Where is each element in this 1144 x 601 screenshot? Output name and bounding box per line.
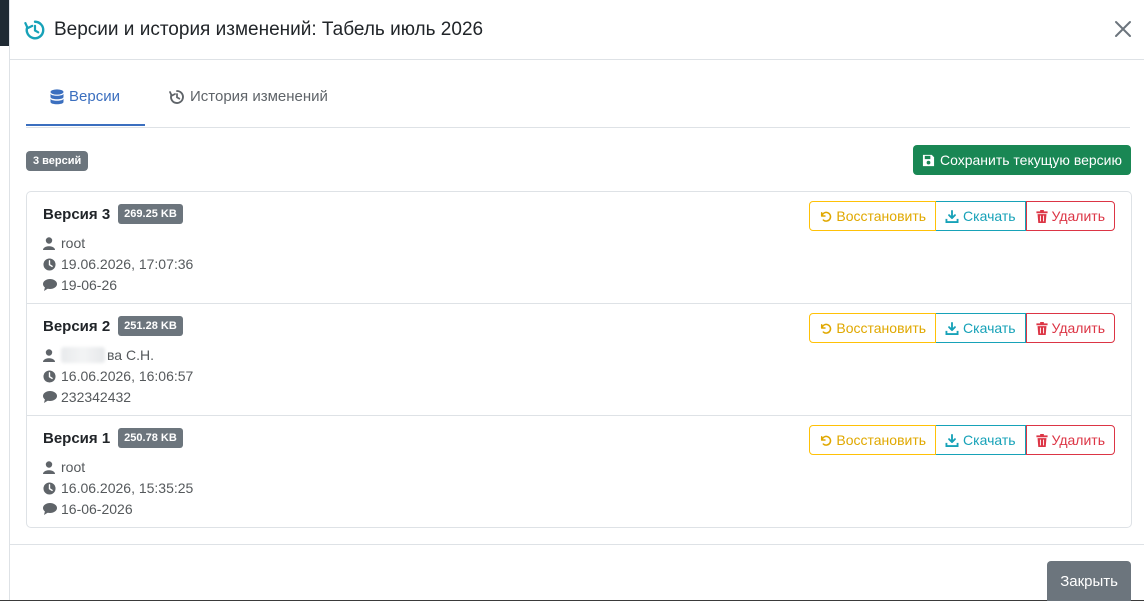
version-comment: 19-06-26 <box>43 277 117 293</box>
restore-button[interactable]: Восстановить <box>809 201 937 231</box>
download-icon <box>945 209 959 223</box>
history-icon <box>169 89 185 105</box>
delete-button[interactable]: Удалить <box>1025 313 1115 343</box>
restore-label: Восстановить <box>836 432 927 448</box>
version-name: Версия 2 <box>43 317 111 335</box>
versions-count-badge: 3 версий <box>26 151 89 171</box>
trash-icon <box>1035 321 1048 335</box>
versions-modal: Версии и история изменений: Табель июль … <box>9 0 1144 601</box>
user-icon <box>43 348 59 362</box>
download-icon <box>945 321 959 335</box>
floppy-disk-icon <box>922 154 935 167</box>
tab-versions-label: Версии <box>69 88 120 105</box>
version-datetime: 16.06.2026, 15:35:25 <box>43 480 193 496</box>
save-button-label: Сохранить текущую версию <box>939 152 1122 168</box>
version-datetime: 19.06.2026, 17:07:36 <box>43 256 193 272</box>
undo-icon <box>819 210 832 223</box>
comment-text: 232342432 <box>61 389 132 405</box>
version-name: Версия 3 <box>43 205 111 223</box>
undo-icon <box>819 322 832 335</box>
version-comment: 16-06-2026 <box>43 501 133 517</box>
delete-label: Удалить <box>1051 432 1105 448</box>
delete-button[interactable]: Удалить <box>1025 425 1115 455</box>
version-actions: Восстановить Скачать Удалить <box>809 425 1115 455</box>
download-label: Скачать <box>963 432 1016 448</box>
tab-versions[interactable]: Версии <box>50 88 120 105</box>
active-tab-indicator <box>26 124 145 126</box>
delete-button[interactable]: Удалить <box>1025 201 1115 231</box>
version-header: Версия 2 251.28 KB <box>43 316 183 336</box>
close-button[interactable]: Закрыть <box>1047 561 1131 601</box>
size-badge: 269.25 KB <box>118 204 183 224</box>
trash-icon <box>1035 209 1048 223</box>
datetime-text: 16.06.2026, 15:35:25 <box>61 480 194 496</box>
modal-footer: Закрыть <box>10 544 1144 601</box>
comment-icon <box>43 391 59 403</box>
close-icon[interactable] <box>1112 18 1134 40</box>
version-header: Версия 3 269.25 KB <box>43 204 183 224</box>
download-label: Скачать <box>963 320 1016 336</box>
version-item: Версия 2 251.28 KB ва С.Н. 16.06.2026, 1… <box>27 304 1131 416</box>
user-name: root <box>61 235 86 251</box>
user-icon <box>43 460 59 474</box>
clock-icon <box>43 481 59 495</box>
tabs-nav: Версии История изменений <box>26 60 1130 128</box>
modal-header: Версии и история изменений: Табель июль … <box>10 0 1144 60</box>
version-item: Версия 1 250.78 KB root 16.06.2026, 15:3… <box>27 416 1131 527</box>
clock-icon <box>43 369 59 383</box>
version-datetime: 16.06.2026, 16:06:57 <box>43 368 193 384</box>
datetime-text: 19.06.2026, 17:07:36 <box>61 256 194 272</box>
delete-label: Удалить <box>1051 208 1105 224</box>
history-icon <box>24 19 46 41</box>
versions-list: Версия 3 269.25 KB root 19.06.2026, 17:0… <box>26 191 1132 528</box>
comment-icon <box>43 503 59 515</box>
undo-icon <box>819 434 832 447</box>
comment-icon <box>43 279 59 291</box>
redacted-text <box>61 347 105 363</box>
download-button[interactable]: Скачать <box>936 201 1026 231</box>
version-user: ва С.Н. <box>43 347 154 363</box>
modal-title: Версии и история изменений: Табель июль … <box>54 18 484 40</box>
modal-title-wrap: Версии и история изменений: Табель июль … <box>24 19 483 41</box>
size-badge: 250.78 KB <box>118 428 183 448</box>
restore-button[interactable]: Восстановить <box>809 425 937 455</box>
clock-icon <box>43 257 59 271</box>
version-header: Версия 1 250.78 KB <box>43 428 183 448</box>
datetime-text: 16.06.2026, 16:06:57 <box>61 368 194 384</box>
delete-label: Удалить <box>1051 320 1105 336</box>
user-name: root <box>61 459 86 475</box>
size-badge: 251.28 KB <box>118 316 183 336</box>
comment-text: 19-06-26 <box>61 277 118 293</box>
version-actions: Восстановить Скачать Удалить <box>809 201 1115 231</box>
version-actions: Восстановить Скачать Удалить <box>809 313 1115 343</box>
restore-button[interactable]: Восстановить <box>809 313 937 343</box>
download-button[interactable]: Скачать <box>936 313 1026 343</box>
restore-label: Восстановить <box>836 208 927 224</box>
modal-body: Версии История изменений <box>10 60 1144 128</box>
download-label: Скачать <box>963 208 1016 224</box>
download-button[interactable]: Скачать <box>936 425 1026 455</box>
version-user: root <box>43 459 85 475</box>
version-user: root <box>43 235 85 251</box>
save-current-version-button[interactable]: Сохранить текущую версию <box>912 145 1131 175</box>
download-icon <box>945 433 959 447</box>
version-name: Версия 1 <box>43 429 111 447</box>
version-item: Версия 3 269.25 KB root 19.06.2026, 17:0… <box>27 192 1131 304</box>
version-comment: 232342432 <box>43 389 131 405</box>
trash-icon <box>1035 433 1048 447</box>
user-icon <box>43 236 59 250</box>
tab-history-label: История изменений <box>190 88 328 105</box>
user-name: ва С.Н. <box>107 347 154 363</box>
comment-text: 16-06-2026 <box>61 501 133 517</box>
database-icon <box>50 88 64 105</box>
tab-history[interactable]: История изменений <box>169 88 328 105</box>
restore-label: Восстановить <box>836 320 927 336</box>
